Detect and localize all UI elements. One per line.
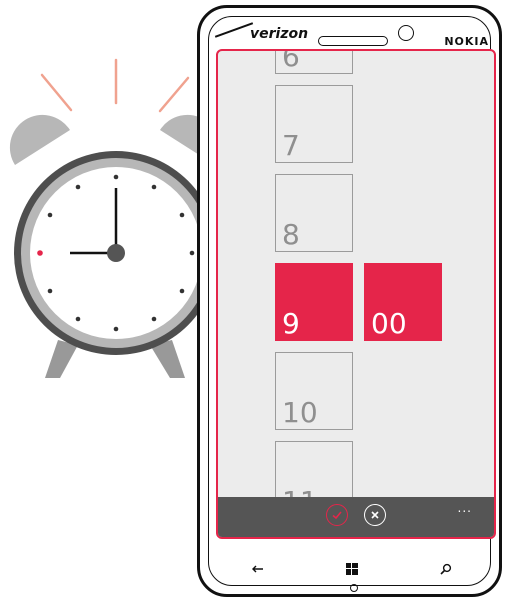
carrier-logo: verizon xyxy=(250,26,309,42)
search-icon[interactable] xyxy=(435,559,457,579)
hardware-nav-bar xyxy=(200,559,499,579)
hour-tile-7[interactable]: 7 xyxy=(275,85,353,163)
app-bar: ... xyxy=(218,497,494,537)
nine-oclock-marker xyxy=(37,250,43,256)
more-options-icon[interactable]: ... xyxy=(458,501,472,515)
windows-icon[interactable] xyxy=(341,559,363,579)
hour-tile-8[interactable]: 8 xyxy=(275,174,353,252)
ringing-lines xyxy=(40,58,190,113)
minute-tile-selected[interactable]: 00 xyxy=(364,263,442,341)
hour-tile-10[interactable]: 10 xyxy=(275,352,353,430)
home-indicator xyxy=(350,584,358,592)
left-foot xyxy=(45,340,78,378)
hour-tile-selected[interactable]: 9 xyxy=(275,263,353,341)
alarm-clock-illustration xyxy=(9,58,221,378)
left-bell xyxy=(9,114,70,165)
hand-pivot xyxy=(107,244,125,262)
phone-frame: verizon NOKIA 6 7 8 9 00 10 11 ... xyxy=(197,5,502,597)
phone-screen: 6 7 8 9 00 10 11 ... xyxy=(216,49,496,539)
back-arrow-icon[interactable] xyxy=(247,559,269,579)
front-camera xyxy=(398,25,414,41)
close-circle-icon[interactable] xyxy=(364,504,386,526)
check-circle-icon[interactable] xyxy=(326,504,348,526)
manufacturer-logo: NOKIA xyxy=(444,35,489,48)
earpiece-speaker xyxy=(318,36,388,46)
hour-tile-6[interactable]: 6 xyxy=(275,51,353,74)
